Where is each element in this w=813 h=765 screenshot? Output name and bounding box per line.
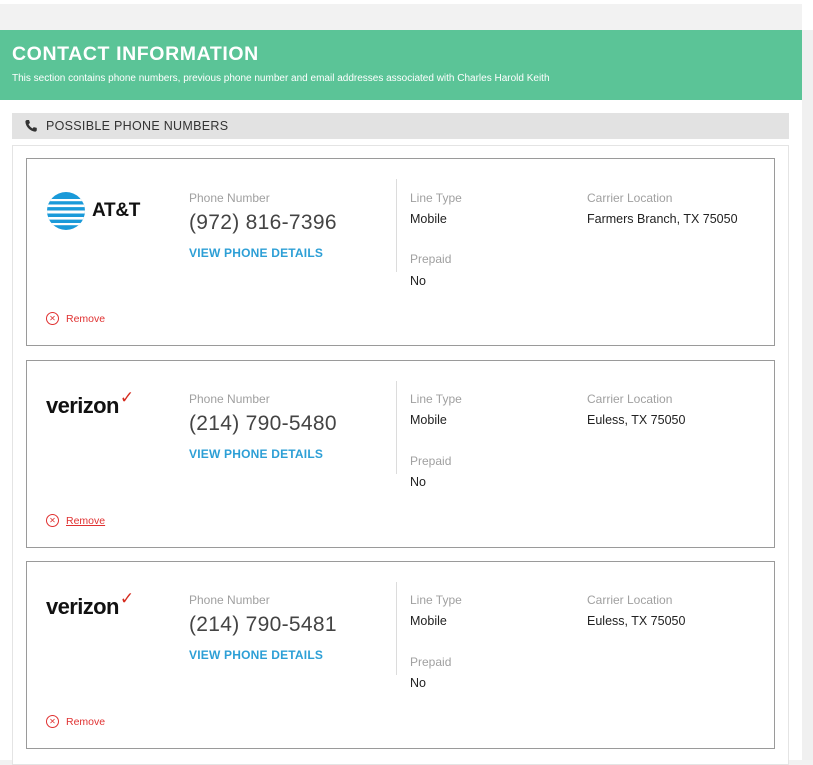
prepaid-value: No: [410, 274, 426, 288]
contact-panel: POSSIBLE PHONE NUMBERS AT&T Phone Number…: [0, 100, 802, 765]
carrier-name: AT&T: [92, 200, 141, 221]
prepaid-label: Prepaid: [410, 252, 452, 266]
line-type-label: Line Type: [410, 593, 462, 607]
carrier-location-label: Carrier Location: [587, 593, 673, 607]
carrier-name: verizon: [46, 594, 119, 619]
phone-number-label: Phone Number: [189, 593, 270, 607]
divider: [396, 381, 397, 474]
section-title: POSSIBLE PHONE NUMBERS: [46, 119, 229, 133]
verizon-check-icon: ✓: [119, 388, 135, 407]
carrier-location-value: Euless, TX 75050: [587, 413, 686, 427]
prepaid-label: Prepaid: [410, 655, 452, 669]
phone-number-value: (214) 790-5481: [189, 613, 337, 636]
carrier-location-value: Farmers Branch, TX 75050: [587, 212, 738, 226]
carrier-logo-att: AT&T: [46, 189, 156, 233]
remove-button[interactable]: ✕ Remove: [46, 715, 105, 728]
top-strip: [0, 0, 802, 4]
line-type-value: Mobile: [410, 614, 447, 628]
phone-card: AT&T Phone Number (972) 816-7396 VIEW PH…: [26, 158, 775, 346]
contact-information-header: CONTACT INFORMATION This section contain…: [0, 30, 802, 100]
view-phone-details-link[interactable]: VIEW PHONE DETAILS: [189, 648, 323, 662]
line-type-value: Mobile: [410, 212, 447, 226]
phone-number-label: Phone Number: [189, 392, 270, 406]
prepaid-value: No: [410, 676, 426, 690]
view-phone-details-link[interactable]: VIEW PHONE DETAILS: [189, 447, 323, 461]
remove-label: Remove: [66, 715, 106, 728]
carrier-location-label: Carrier Location: [587, 392, 673, 406]
phone-card: verizon✓ Phone Number (214) 790-5481 VIE…: [26, 561, 775, 749]
line-type-label: Line Type: [410, 392, 462, 406]
remove-circle-x-icon: ✕: [46, 715, 59, 728]
phone-number-value: (214) 790-5480: [189, 412, 337, 435]
verizon-check-icon: ✓: [119, 589, 135, 608]
carrier-location-label: Carrier Location: [587, 191, 673, 205]
carrier-logo-verizon: verizon✓: [46, 388, 156, 437]
phone-icon: [24, 119, 38, 133]
carrier-logo-verizon: verizon✓: [46, 589, 156, 638]
remove-button[interactable]: ✕ Remove: [46, 514, 105, 527]
prepaid-label: Prepaid: [410, 454, 452, 468]
scrollbar-track[interactable]: [802, 30, 813, 760]
divider: [396, 179, 397, 272]
remove-button[interactable]: ✕ Remove: [46, 312, 105, 325]
contact-information-title: CONTACT INFORMATION: [12, 43, 259, 65]
phone-list: AT&T Phone Number (972) 816-7396 VIEW PH…: [12, 145, 789, 765]
divider: [396, 582, 397, 675]
contact-information-subtitle: This section contains phone numbers, pre…: [12, 73, 550, 84]
remove-label: Remove: [66, 312, 106, 325]
phone-number-value: (972) 816-7396: [189, 211, 337, 234]
remove-label: Remove: [66, 514, 106, 527]
remove-circle-x-icon: ✕: [46, 514, 59, 527]
phone-number-label: Phone Number: [189, 191, 270, 205]
carrier-location-value: Euless, TX 75050: [587, 614, 686, 628]
view-phone-details-link[interactable]: VIEW PHONE DETAILS: [189, 246, 323, 260]
remove-circle-x-icon: ✕: [46, 312, 59, 325]
phone-card: verizon✓ Phone Number (214) 790-5480 VIE…: [26, 360, 775, 548]
att-globe-icon: [47, 192, 85, 230]
prepaid-value: No: [410, 475, 426, 489]
possible-phone-numbers-bar[interactable]: POSSIBLE PHONE NUMBERS: [12, 113, 789, 139]
carrier-name: verizon: [46, 393, 119, 418]
line-type-value: Mobile: [410, 413, 447, 427]
line-type-label: Line Type: [410, 191, 462, 205]
